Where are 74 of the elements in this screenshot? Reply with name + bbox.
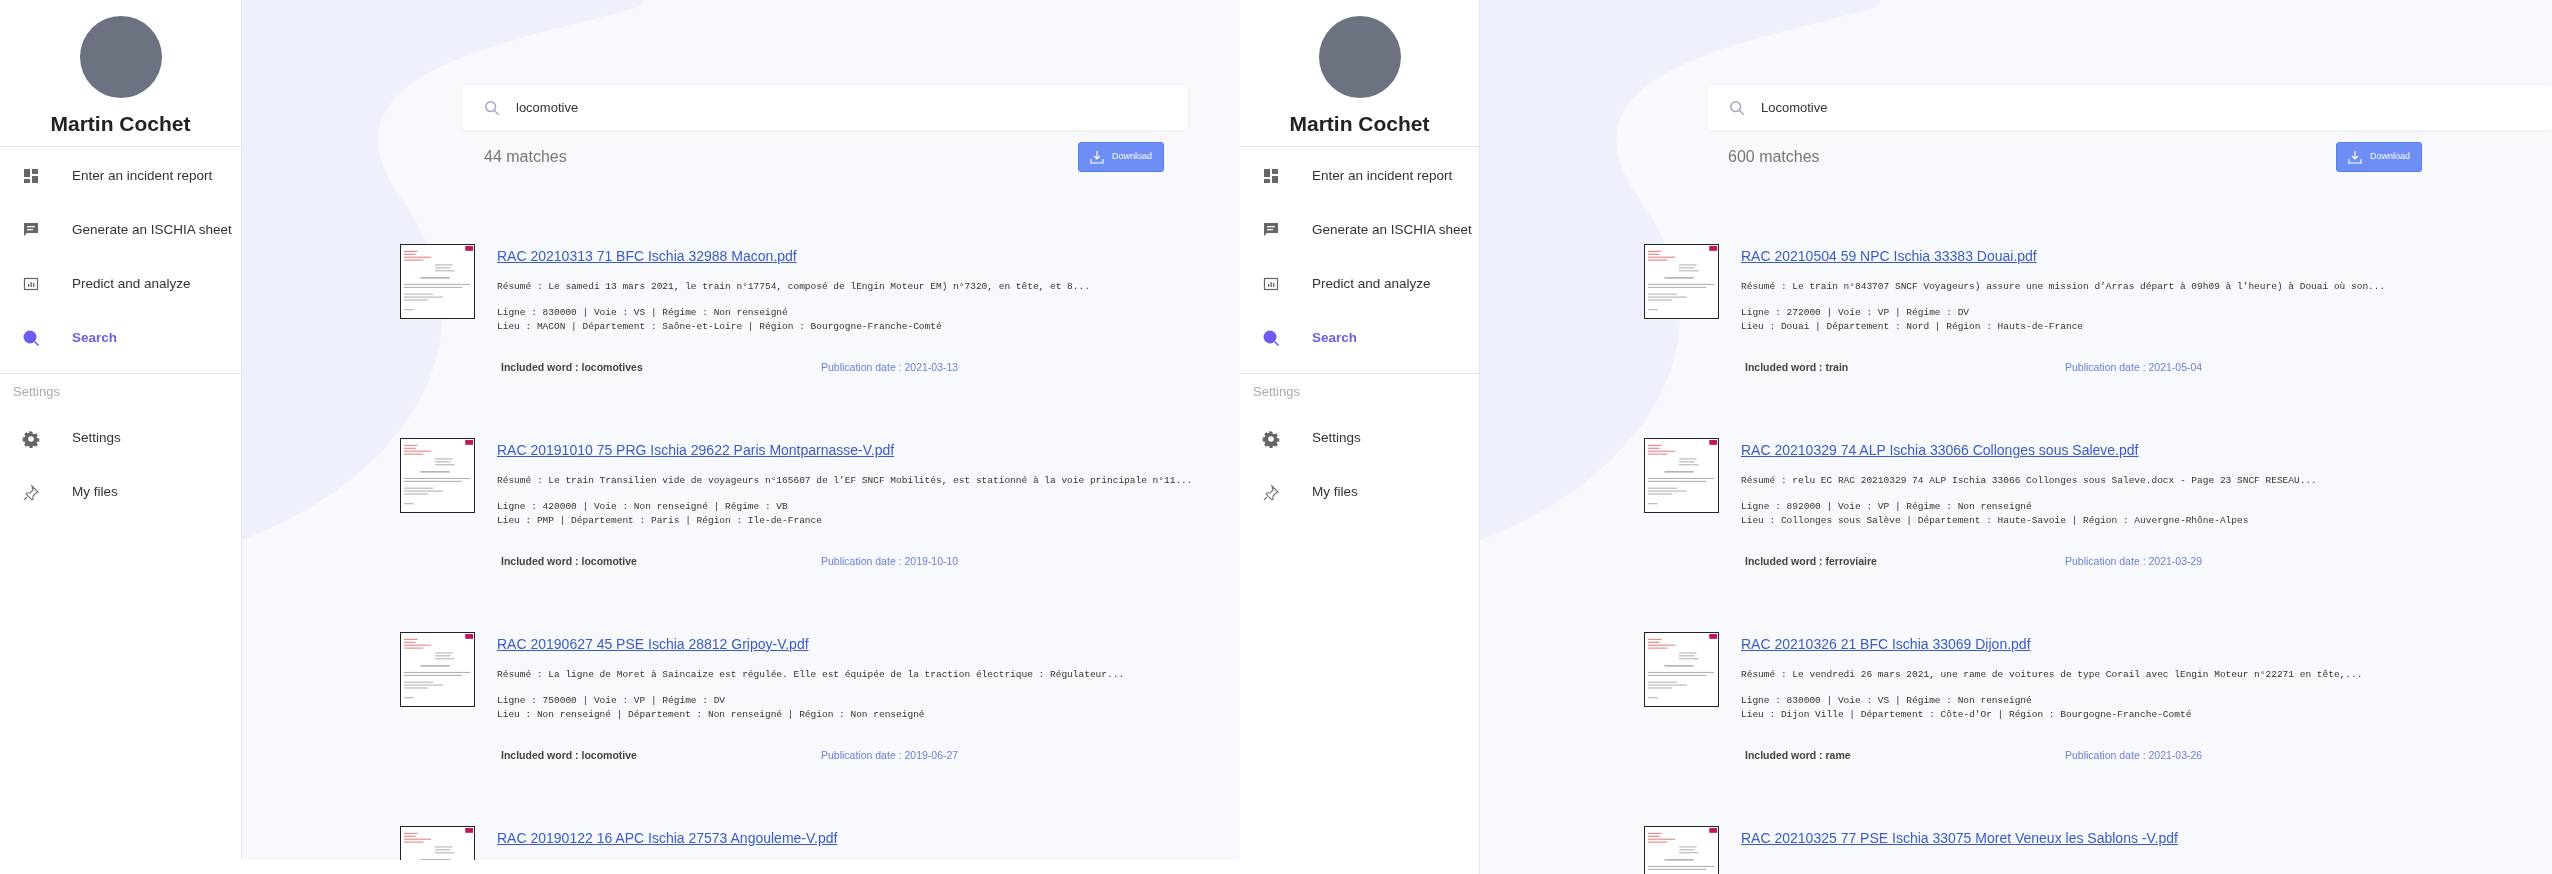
file-link[interactable]: RAC 20210313 71 BFC Ischia 32988 Macon.pdf <box>497 246 797 267</box>
search-icon <box>1729 99 1745 116</box>
grid-icon <box>22 167 40 185</box>
place-info-text: Lieu : MACON | Département : Saône-et-Loire | Région : Bourgogne-Franche-Comté <box>497 320 943 335</box>
search-icon <box>1262 329 1280 347</box>
grid-icon <box>1262 167 1280 185</box>
download-icon <box>2348 150 2362 164</box>
file-link[interactable]: RAC 20190627 45 PSE Ischia 28812 Gripoy-V.pdf <box>497 634 809 655</box>
line-info-text: Ligne : 830000 | Voie : VS | Régime : Non renseigné <box>497 306 789 321</box>
match-count: 44 matches <box>484 147 567 167</box>
settings-icon <box>22 429 40 448</box>
user-name: Martin Cochet <box>50 111 191 137</box>
sidebar-item[interactable]: Settings <box>1240 411 1479 466</box>
section-label: Settings <box>12 383 61 401</box>
file-link[interactable]: RAC 20191010 75 PRG Ischia 29622 Paris Montparnasse-V.pdf <box>497 440 895 461</box>
summary-text: Résumé : Le train n°843707 SNCF Voyageurs) assure une mission d’Arras départ à 09h09 à l’heure) à Douai où son... <box>1741 280 2386 294</box>
sidebar-item[interactable]: Search <box>1240 311 1479 365</box>
line-info-text: Ligne : 892000 | Voie : VP | Régime : Non renseigné <box>1741 500 2033 515</box>
line-info-text: Ligne : 750000 | Voie : VP | Régime : DV <box>497 694 727 709</box>
place-info-text: Lieu : Douai | Département : Nord | Région : Hauts-de-France <box>1741 320 2085 335</box>
pin-icon <box>22 483 40 502</box>
included-word-text: Included word : locomotive <box>501 554 638 570</box>
sidebar-item[interactable]: Enter an incident report <box>1240 149 1479 203</box>
included-word-text: Included word : train <box>1745 360 1850 376</box>
place-info-text: Lieu : PMP | Département : Paris | Région : Ile-de-France <box>497 514 823 529</box>
settings-icon <box>1262 429 1280 448</box>
summary-text: Résumé : Le vendredi 26 mars 2021, une rame de voitures de type Corail avec lEngin Moteur n°22271 en tête,... <box>1741 668 2363 682</box>
included-word-text: Included word : ferroviaire <box>1745 554 1878 570</box>
included-word-text: Included word : locomotives <box>501 360 644 376</box>
place-info-text: Lieu : Dijon Ville | Département : Côte-d'Or | Région : Bourgogne-Franche-Comté <box>1741 708 2193 723</box>
summary-text: Résumé : Le train Transilien vide de voyageurs n°165607 de l’EF SNCF Mobilités, est stationné à la voie principale n°11... <box>497 474 1193 488</box>
summary-text: Résumé : Le samedi 13 mars 2021, le train n°17754, composé de lEngin Moteur EM) n°7320, en tête, et 8... <box>497 280 1090 294</box>
chart-icon <box>1262 275 1280 293</box>
file-link[interactable]: RAC 20190122 16 APC Ischia 27573 Angouleme-V.pdf <box>497 828 838 849</box>
sidebar-item[interactable]: Predict and analyze <box>0 257 241 311</box>
sidebar-item[interactable]: Generate an ISCHIA sheet <box>1240 203 1479 257</box>
sidebar-item[interactable]: My files <box>1240 465 1479 520</box>
sidebar-item[interactable]: Search <box>0 311 241 365</box>
chat-icon <box>22 221 40 239</box>
sidebar-item[interactable]: Generate an ISCHIA sheet <box>0 203 241 257</box>
chart-icon <box>22 275 40 293</box>
included-word-text: Included word : rame <box>1745 748 1852 764</box>
publication-date: Publication date : 2021-03-13 <box>821 360 959 376</box>
publication-date: Publication date : 2019-06-27 <box>821 748 959 764</box>
download-icon <box>1090 150 1104 164</box>
sidebar-item[interactable]: Enter an incident report <box>0 149 241 203</box>
chat-icon <box>1262 221 1280 239</box>
file-link[interactable]: RAC 20210329 74 ALP Ischia 33066 Collonges sous Saleve.pdf <box>1741 440 2139 461</box>
section-label: Settings <box>1252 383 1301 401</box>
search-icon <box>484 99 500 116</box>
match-count: 600 matches <box>1728 147 1820 167</box>
place-info-text: Lieu : Non renseigné | Département : Non renseigné | Région : Non renseigné <box>497 708 926 723</box>
line-info-text: Ligne : 272000 | Voie : VP | Régime : DV <box>1741 306 1971 321</box>
file-link[interactable]: RAC 20210326 21 BFC Ischia 33069 Dijon.pdf <box>1741 634 2031 655</box>
sidebar-item[interactable]: My files <box>0 465 241 520</box>
sidebar-item[interactable]: Settings <box>0 411 241 466</box>
included-word-text: Included word : locomotive <box>501 748 638 764</box>
pin-icon <box>1262 483 1280 502</box>
place-info-text: Lieu : Collonges sous Salève | Département : Haute-Savoie | Région : Auvergne-Rhône-Alpes <box>1741 514 2250 529</box>
publication-date: Publication date : 2021-03-29 <box>2065 554 2203 570</box>
user-name: Martin Cochet <box>1289 111 1430 137</box>
summary-text: Résumé : relu EC RAC 20210329 74 ALP Ischia 33066 Collonges sous Saleve.docx - Page 23 SNCF RESEAU... <box>1741 474 2317 488</box>
file-link[interactable]: RAC 20210325 77 PSE Ischia 33075 Moret Veneux les Sablons -V.pdf <box>1741 828 2178 849</box>
line-info-text: Ligne : 830000 | Voie : VS | Régime : Non renseigné <box>1741 694 2033 709</box>
line-info-text: Ligne : 420000 | Voie : Non renseigné | Régime : VB <box>497 500 789 515</box>
sidebar-item[interactable]: Predict and analyze <box>1240 257 1479 311</box>
search-input[interactable]: Locomotive <box>1759 96 2059 119</box>
search-input[interactable]: locomotive <box>514 96 814 119</box>
file-link[interactable]: RAC 20210504 59 NPC Ischia 33383 Douai.pdf <box>1741 246 2037 267</box>
publication-date: Publication date : 2021-05-04 <box>2065 360 2203 376</box>
publication-date: Publication date : 2019-10-10 <box>821 554 959 570</box>
summary-text: Résumé : La ligne de Moret à Saincaize est régulée. Elle est équipée de la traction électrique : Régulateur... <box>497 668 1125 682</box>
publication-date: Publication date : 2021-03-26 <box>2065 748 2203 764</box>
search-icon <box>22 329 40 347</box>
